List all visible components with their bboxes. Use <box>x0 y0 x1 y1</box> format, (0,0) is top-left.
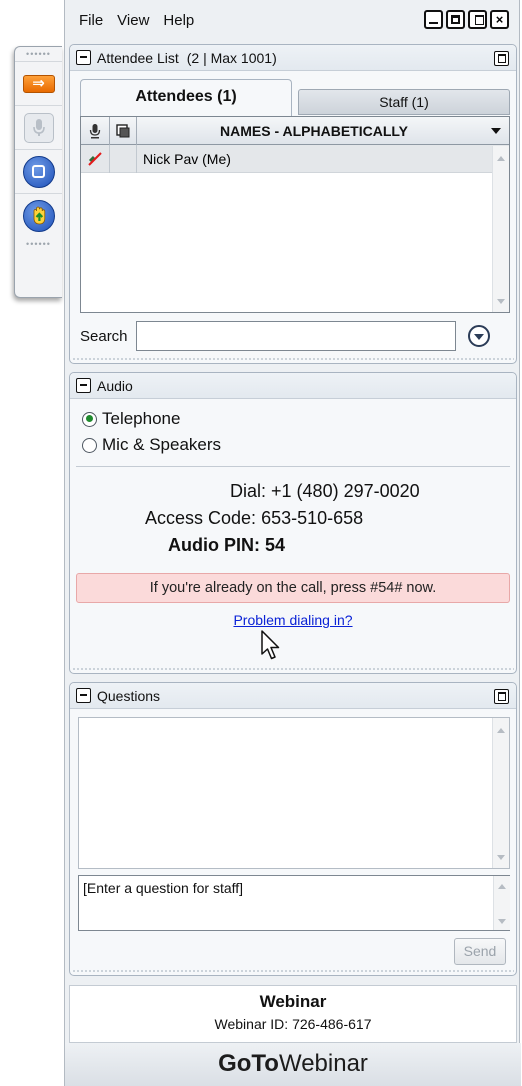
audio-pin-value: 54 <box>265 535 286 555</box>
webinar-id-value: 726-486-617 <box>292 1016 372 1032</box>
webinar-title: Webinar <box>259 992 327 1011</box>
questions-panel: Questions [Enter a question for staff] S… <box>69 682 517 976</box>
collapse-icon[interactable] <box>76 688 91 703</box>
grip-handle[interactable]: •••••• <box>15 47 62 61</box>
app-root: •••••• ⇒ •••••• File View Help × Attende… <box>0 0 522 1086</box>
attendee-scrollbar[interactable] <box>492 146 509 312</box>
collapse-icon[interactable] <box>76 378 91 393</box>
control-panel-window: File View Help × Attendee List (2 | Max … <box>64 0 521 1086</box>
table-row[interactable]: Nick Pav (Me) <box>81 144 509 173</box>
questions-log[interactable] <box>78 717 510 869</box>
brand-regular: Webinar <box>278 1050 368 1077</box>
access-code-value: 653-510-658 <box>261 508 364 528</box>
audio-panel: Audio Telephone Mic & Speakers Dial: +1 … <box>69 372 517 674</box>
attendee-list-title: Attendee List <box>97 49 179 66</box>
radio-mic-speakers[interactable]: Mic & Speakers <box>70 432 516 458</box>
mouse-cursor-icon <box>261 630 280 660</box>
minimize-icon[interactable] <box>424 10 443 29</box>
menu-help[interactable]: Help <box>163 12 194 29</box>
close-icon[interactable]: × <box>490 10 509 29</box>
search-input[interactable] <box>135 321 456 351</box>
popout-icon[interactable] <box>494 689 509 704</box>
radio-selected-icon[interactable] <box>82 411 97 427</box>
maximize-icon[interactable] <box>446 10 465 29</box>
mic-icon <box>23 112 54 143</box>
radio-unselected-icon[interactable] <box>82 437 97 453</box>
attendee-list-panel: Attendee List (2 | Max 1001) Attendees (… <box>69 44 517 364</box>
audio-options: Telephone Mic & Speakers <box>70 399 516 458</box>
menu-view[interactable]: View <box>117 12 149 29</box>
screen-column-icon[interactable] <box>110 116 137 145</box>
scroll-up-icon[interactable] <box>497 156 505 161</box>
webinar-info: Webinar Webinar ID: 726-486-617 <box>69 985 517 1043</box>
webinar-id-line: Webinar ID: 726-486-617 <box>70 1016 516 1032</box>
show-control-panel-button[interactable]: ⇒ <box>15 61 62 105</box>
audio-title: Audio <box>97 377 133 394</box>
panel-resize-grip[interactable] <box>72 667 514 672</box>
mic-speakers-label: Mic & Speakers <box>102 435 222 454</box>
scroll-down-icon[interactable] <box>498 919 506 924</box>
dial-line: Dial: +1 (480) 297-0020 <box>230 481 420 502</box>
send-button[interactable]: Send <box>454 938 506 965</box>
search-options-icon[interactable] <box>467 325 490 347</box>
show-screen-button[interactable] <box>15 149 62 193</box>
access-code-label: Access Code: <box>145 508 257 528</box>
telephone-label: Telephone <box>102 409 181 428</box>
attendee-list-header: Attendee List (2 | Max 1001) <box>70 45 516 71</box>
question-input-scrollbar[interactable] <box>493 876 510 930</box>
questions-scrollbar[interactable] <box>492 718 509 868</box>
muted-mic-icon <box>81 144 110 173</box>
mic-button[interactable] <box>15 105 62 149</box>
raise-hand-button[interactable] <box>15 193 62 237</box>
dial-label: Dial: <box>230 481 267 501</box>
divider <box>76 466 510 467</box>
scroll-up-icon[interactable] <box>497 728 505 733</box>
grip-handle-bottom[interactable]: •••••• <box>15 237 62 251</box>
screen-status-cell <box>110 144 137 173</box>
popout-icon[interactable] <box>494 51 509 66</box>
screen-icon <box>22 155 55 188</box>
search-row: Search <box>80 320 510 352</box>
audio-pin-line: Audio PIN: 54 <box>168 535 285 556</box>
grid-header: NAMES - ALPHABETICALLY <box>81 116 509 145</box>
window-controls: × <box>424 10 509 29</box>
search-label: Search <box>80 327 128 345</box>
tab-attendees[interactable]: Attendees (1) <box>80 79 292 116</box>
scroll-down-icon[interactable] <box>497 855 505 860</box>
access-code-line: Access Code: 653-510-658 <box>145 508 363 529</box>
problem-dialing-link[interactable]: Problem dialing in? <box>70 612 516 628</box>
collapse-icon[interactable] <box>76 50 91 65</box>
attendee-count: (2 | Max 1001) <box>186 49 277 66</box>
restore-icon[interactable] <box>468 10 487 29</box>
scroll-down-icon[interactable] <box>497 299 505 304</box>
gotowebinar-logo: GoToWebinar <box>65 1043 521 1086</box>
sort-dropdown-icon[interactable] <box>491 127 501 134</box>
attendee-tabs: Attendees (1) Staff (1) <box>80 79 510 116</box>
names-column-header[interactable]: NAMES - ALPHABETICALLY <box>137 123 491 139</box>
arrow-right-icon: ⇒ <box>22 74 55 93</box>
questions-header: Questions <box>70 683 516 709</box>
panel-resize-grip[interactable] <box>72 357 514 362</box>
attendee-grid: NAMES - ALPHABETICALLY Nick Pav (Me) <box>80 116 510 313</box>
attendee-name: Nick Pav (Me) <box>143 150 231 167</box>
dial-number: +1 (480) 297-0020 <box>271 481 420 501</box>
panel-resize-grip[interactable] <box>72 969 514 974</box>
webinar-id-label: Webinar ID: <box>214 1016 289 1032</box>
already-on-call-alert: If you're already on the call, press #54… <box>76 573 510 603</box>
brand-bold: GoTo <box>218 1050 279 1077</box>
questions-title: Questions <box>97 687 161 704</box>
raise-hand-icon <box>22 199 55 232</box>
audio-header: Audio <box>70 373 516 399</box>
menu-file[interactable]: File <box>79 12 103 29</box>
grab-tab: •••••• ⇒ •••••• <box>14 46 62 298</box>
scroll-up-icon[interactable] <box>498 884 506 889</box>
mic-column-icon[interactable] <box>81 116 110 145</box>
audio-pin-label: Audio PIN: <box>168 535 260 555</box>
tab-staff[interactable]: Staff (1) <box>298 89 510 115</box>
radio-telephone[interactable]: Telephone <box>70 406 516 432</box>
question-input[interactable]: [Enter a question for staff] <box>78 875 510 931</box>
